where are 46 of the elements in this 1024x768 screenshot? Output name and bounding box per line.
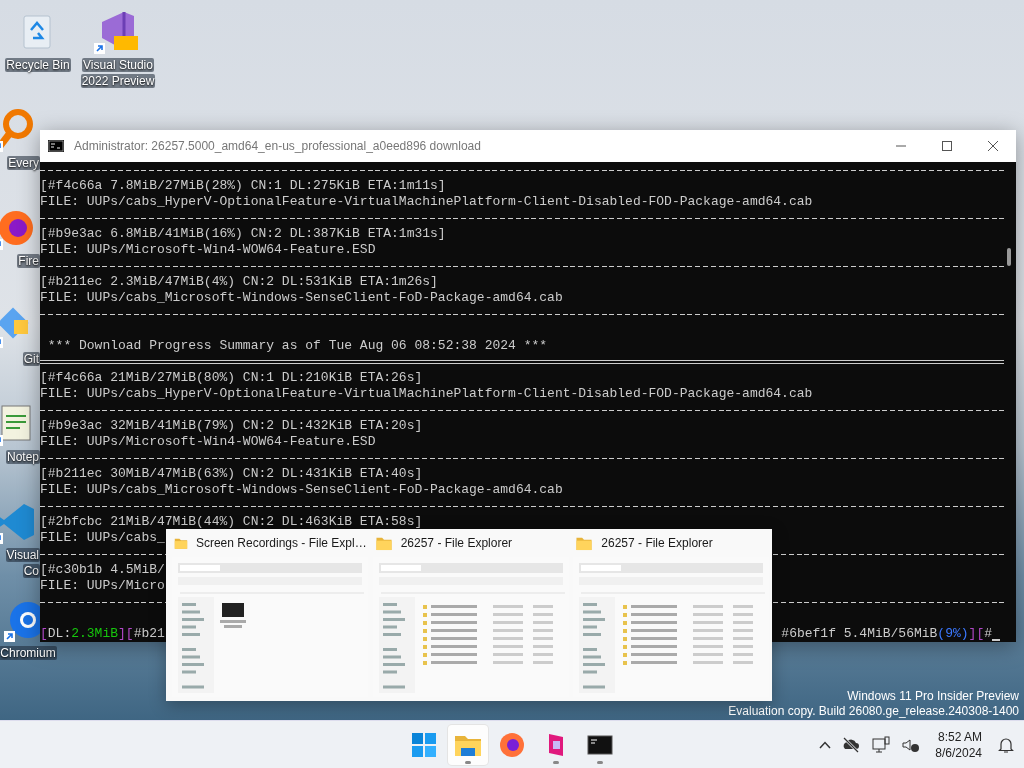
console-output-line: FILE: UUPs/cabs_Microsoft-Windows-SenseClient-FoD-Package-amd64.cab <box>40 482 563 498</box>
console-output-line: [#b9e3ac 32MiB/41MiB(79%) CN:2 DL:432KiB ETA:20s] <box>40 418 423 434</box>
network-button[interactable] <box>871 734 892 755</box>
terminal-app-icon <box>48 140 64 152</box>
download-status-text: #6bef1f 5.4MiB/56MiB(9%)][# <box>781 626 992 642</box>
console-output-line: FILE: UUPs/cabs_HyperV-OptionalFeature-VirtualMachinePlatform-Client-Disabled-FOD-Package-amd64.cab <box>40 194 813 210</box>
maximize-icon <box>942 141 952 151</box>
console-output-line: FILE: UUPs/Microsoft-Win4-WOW64-Feature.ESD <box>40 242 376 258</box>
desktop-icon-label[interactable]: Visual <box>5 548 40 562</box>
cloud-off-button[interactable] <box>841 734 862 755</box>
scrollbar-thumb[interactable] <box>1007 248 1011 266</box>
evaluation-watermark-text: Windows 11 Pro Insider Preview <box>847 689 1019 704</box>
console-output-line: FILE: UUPs/cabs_ <box>40 530 165 546</box>
clock-button[interactable]: 8:52 AM 8/6/2024 <box>931 728 986 761</box>
console-output-line: *** Download Progress Summary as of Tue Aug 06 08:52:38 2024 *** <box>46 338 548 354</box>
window-title: Administrator: 26257.5000_amd64_en-us_professional_a0eed896 download <box>74 139 482 153</box>
console-output-line: [#c30b1b 4.5MiB/ <box>40 562 165 578</box>
console-output-line: FILE: UUPs/cabs_Microsoft-Windows-SenseClient-FoD-Package-amd64.cab <box>40 290 563 306</box>
console-output-line: [#b9e3ac 6.8MiB/41MiB(16%) CN:2 DL:387KiB ETA:1m31s] <box>40 226 446 242</box>
text-cursor <box>992 639 1000 641</box>
network-icon <box>871 734 892 755</box>
download-status-text: [DL:2.3MiB][#b21 <box>40 626 165 642</box>
console-output-line: [#2bfcbc 21MiB/47MiB(44%) CN:2 DL:463KiB ETA:58s] <box>40 514 423 530</box>
cloud-off-icon <box>841 734 862 755</box>
folder-icon <box>374 535 393 551</box>
console-output-line: FILE: UUPs/cabs_HyperV-OptionalFeature-VirtualMachinePlatform-Client-Disabled-FOD-Package-amd64.cab <box>40 386 813 402</box>
console-output-line: [#b211ec 2.3MiB/47MiB(4%) CN:2 DL:531KiB ETA:1m26s] <box>40 274 438 290</box>
console-output-line: [#f4c66a 7.8MiB/27MiB(28%) CN:1 DL:275KiB ETA:1m11s] <box>40 178 446 194</box>
console-output-line: FILE: UUPs/Microsoft-Win4-WOW64-Feature.ESD <box>40 434 376 450</box>
close-icon <box>988 141 998 151</box>
desktop-icon-label[interactable]: Recycle Bin <box>5 58 71 72</box>
preview-window-title: Screen Recordings - File Expl… <box>195 536 367 550</box>
folder-icon <box>575 535 594 551</box>
desktop-icon-label[interactable]: Fire <box>17 254 40 268</box>
preview-window-title: 26257 - File Explorer <box>601 536 713 550</box>
console-output-line: [#b211ec 30MiB/47MiB(63%) CN:2 DL:431KiB ETA:40s] <box>40 466 423 482</box>
desktop-icon-label[interactable]: Chromium <box>0 646 57 660</box>
desktop-icon-label[interactable]: 2022 Preview <box>80 74 156 88</box>
evaluation-watermark-text: Evaluation copy. Build 26080.ge_release.240308-1400 <box>728 704 1019 719</box>
desktop-icon-label[interactable]: Visual Studio <box>82 58 154 72</box>
console-output-line: [#f4c66a 21MiB/27MiB(80%) CN:1 DL:210KiB ETA:26s] <box>40 370 423 386</box>
minimize-icon <box>896 145 906 147</box>
preview-window-title: 26257 - File Explorer <box>400 536 513 550</box>
console-output-line: FILE: UUPs/Micro <box>40 578 165 594</box>
chevron-up-icon <box>819 740 832 749</box>
chevron-up-button[interactable] <box>819 740 832 749</box>
